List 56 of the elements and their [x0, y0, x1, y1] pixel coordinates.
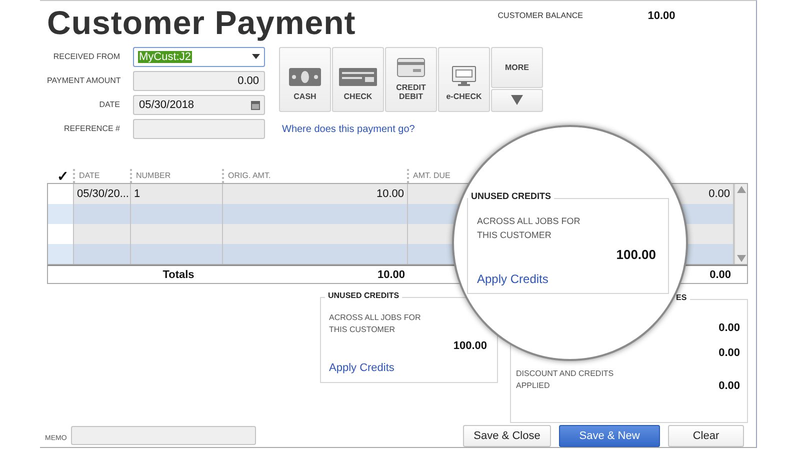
action-button[interactable]: Save & New [559, 425, 660, 447]
field-label: DATE [98, 100, 120, 110]
table-cell [74, 224, 131, 244]
calendar-icon[interactable] [251, 100, 260, 110]
totals-value: 0.00 [708, 268, 732, 280]
check-icon [339, 68, 377, 86]
input-field[interactable]: 0.00 [133, 70, 265, 91]
field-label: REFERENCE # [62, 124, 120, 134]
credit-card-icon [397, 58, 425, 77]
amount-value: 0.00 [718, 347, 740, 359]
payment-method-button[interactable]: CREDIT DEBIT [385, 46, 437, 112]
payment-method-button[interactable]: CASH [279, 46, 331, 112]
payment-method-button[interactable]: CHECK [332, 46, 384, 112]
balance-label: CUSTOMER BALANCE [498, 11, 584, 20]
apply-credits-link[interactable]: Apply Credits [329, 362, 394, 374]
monitor-icon [452, 66, 476, 86]
dropdown-caret-icon[interactable] [252, 54, 260, 60]
apply-credits-link[interactable]: Apply Credits [477, 272, 548, 286]
memo-field[interactable] [70, 426, 256, 445]
more-button[interactable]: MORE [491, 46, 543, 88]
help-link[interactable]: Where does this payment go? [282, 124, 415, 135]
more-dropdown-button[interactable] [491, 88, 543, 112]
table-cell: 1 [131, 184, 223, 204]
amount-value: 0.00 [718, 380, 740, 392]
table-cell [74, 244, 131, 264]
payment-method-button[interactable]: e-CHECK [438, 46, 490, 112]
action-button[interactable]: Clear [668, 425, 744, 447]
amount-value: 0.00 [718, 322, 740, 334]
table-cell [48, 244, 74, 264]
action-button[interactable]: Save & Close [463, 425, 551, 447]
banknote-icon [289, 68, 321, 86]
amount-label: DISCOUNT AND CREDITS APPLIED [516, 368, 615, 392]
input-field[interactable] [133, 118, 265, 139]
caret-down-icon [511, 95, 523, 106]
credits-description: ACROSS ALL JOBS FOR THIS CUSTOMER [477, 215, 582, 242]
scrollbar[interactable] [734, 184, 747, 264]
window-title: Customer Payment [47, 4, 356, 42]
field-label: RECEIVED FROM [52, 52, 120, 62]
balance-value: 10.00 [648, 10, 676, 22]
table-cell [48, 204, 74, 224]
field-label: PAYMENT AMOUNT [47, 76, 120, 86]
customer-dropdown[interactable]: MyCust:J2 [133, 46, 265, 67]
table-cell: 05/30/20... [74, 184, 131, 204]
date-field[interactable]: 05/30/2018 [133, 94, 265, 115]
credits-amount: 100.00 [615, 246, 656, 262]
credits-amount: 100.00 [452, 340, 487, 352]
scroll-up-icon[interactable] [736, 186, 746, 193]
totals-value: 10.00 [376, 268, 406, 280]
check-column-header: ✓ [56, 169, 70, 183]
table-cell [74, 204, 131, 224]
panel-title: UNUSED CREDITS [468, 191, 554, 201]
scroll-down-icon[interactable] [736, 255, 746, 262]
table-cell: 10.00 [223, 184, 408, 204]
credits-description: ACROSS ALL JOBS FOR THIS CUSTOMER [329, 312, 422, 336]
panel-title: UNUSED CREDITS [325, 291, 402, 300]
totals-label: Totals [162, 268, 196, 280]
